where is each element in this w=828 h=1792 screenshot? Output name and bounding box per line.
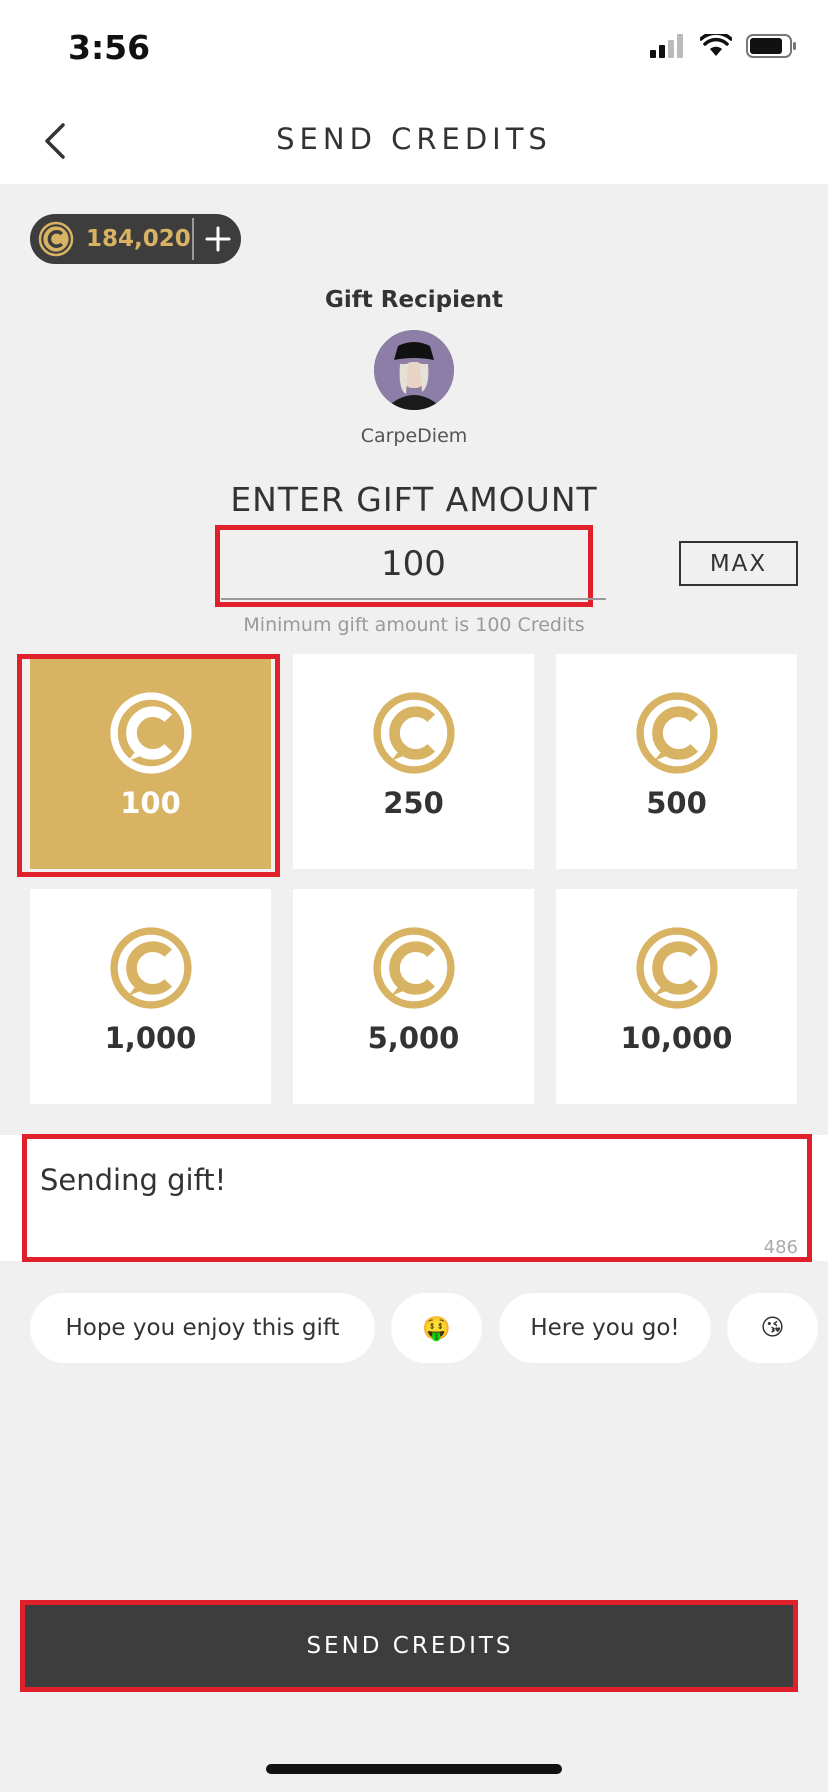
preset-5000-button[interactable]: 5,000	[293, 889, 534, 1104]
status-icons	[650, 34, 798, 58]
credit-coin-icon	[636, 692, 718, 774]
preset-250-button[interactable]: 250	[293, 654, 534, 869]
credit-balance-value: 184,020	[86, 226, 191, 252]
divider	[192, 218, 194, 260]
gift-recipient-label: Gift Recipient	[325, 287, 503, 313]
max-button[interactable]: MAX	[679, 541, 798, 586]
preset-amount-label: 500	[646, 786, 707, 820]
avatar[interactable]	[374, 330, 454, 410]
add-credits-button[interactable]	[198, 214, 238, 264]
highlight-box	[17, 654, 280, 877]
quick-reply-emoji-chip[interactable]: 😘	[727, 1293, 818, 1363]
home-indicator	[266, 1764, 562, 1774]
wifi-icon	[700, 34, 732, 56]
cellular-signal-icon	[650, 34, 683, 58]
quick-reply-chip[interactable]: Hope you enjoy this gift	[30, 1293, 375, 1363]
credit-balance: 184,020	[30, 214, 241, 264]
preset-10000-button[interactable]: 10,000	[556, 889, 797, 1104]
minimum-amount-note: Minimum gift amount is 100 Credits	[243, 614, 585, 636]
credit-coin-icon	[110, 927, 192, 1009]
quick-reply-emoji-chip[interactable]: 🤑	[391, 1293, 482, 1363]
highlight-box	[22, 1134, 812, 1262]
preset-amount-label: 5,000	[367, 1021, 460, 1055]
plus-icon	[205, 226, 231, 252]
preset-500-button[interactable]: 500	[556, 654, 797, 869]
send-credits-button[interactable]: SEND CREDITS	[25, 1604, 795, 1688]
preset-amount-label: 10,000	[620, 1021, 733, 1055]
page-title: SEND CREDITS	[276, 122, 552, 156]
nav-bar: SEND CREDITS	[0, 100, 828, 184]
status-time: 3:56	[68, 28, 151, 67]
battery-icon	[746, 34, 796, 58]
status-bar: 3:56	[0, 0, 828, 100]
preset-1000-button[interactable]: 1,000	[30, 889, 271, 1104]
credit-coin-icon	[636, 927, 718, 1009]
preset-amount-label: 250	[383, 786, 444, 820]
credit-coin-icon	[36, 219, 76, 259]
preset-amount-label: 1,000	[104, 1021, 197, 1055]
credit-coin-icon	[373, 692, 455, 774]
recipient-name: CarpeDiem	[360, 425, 468, 447]
gift-amount-input[interactable]	[221, 530, 606, 600]
credit-coin-icon	[373, 927, 455, 1009]
enter-gift-amount-heading: ENTER GIFT AMOUNT	[230, 480, 598, 519]
quick-reply-chip[interactable]: Here you go!	[499, 1293, 711, 1363]
